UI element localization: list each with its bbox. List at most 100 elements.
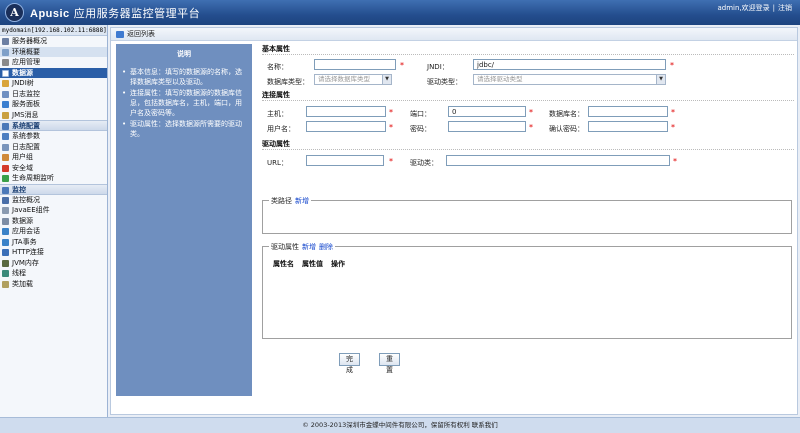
sidebar-item-label: 应用管理 <box>12 58 40 66</box>
classpath-legend: 类路径 新增 <box>269 196 311 206</box>
sidebar-item[interactable]: JVM内存 <box>0 258 107 269</box>
log-monitor-icon <box>2 90 9 98</box>
name-label: 名称： <box>267 63 288 71</box>
required-mark: * <box>671 108 675 117</box>
chevron-down-icon: ▼ <box>656 75 665 84</box>
drivertype-select[interactable]: 请选择驱动类型 ▼ <box>473 74 666 85</box>
sidebar-item[interactable]: 系统参数 <box>0 131 107 142</box>
sidebar: mydomain[192.168.102.11:6888] 服务器概况 环境概要应… <box>0 25 108 417</box>
sidebar-item[interactable]: 数据源 <box>0 67 107 78</box>
sidebar-item-label: 日志配置 <box>12 142 40 151</box>
sidebar-item[interactable]: HTTP连接 <box>0 247 107 258</box>
sidebar-item[interactable]: 安全域 <box>0 163 107 174</box>
required-mark: * <box>400 61 404 70</box>
sidebar-item[interactable]: JMS消息 <box>0 110 107 121</box>
user-group-icon <box>2 154 9 161</box>
section-monitor[interactable]: 监控 <box>0 183 107 195</box>
required-mark: * <box>671 123 675 132</box>
apusic-logo: A <box>5 3 24 22</box>
sidebar-item[interactable]: 日志监控 <box>0 89 107 100</box>
required-mark: * <box>389 123 393 132</box>
sidebar-item-label: 数据源 <box>12 216 33 225</box>
sidebar-item[interactable]: JNDI树 <box>0 78 107 89</box>
sidebar-item[interactable]: 应用管理 <box>0 57 107 68</box>
nav-group-server: 服务器概况 环境概要 应用管理数据源 JNDI树日志监控 服务面板 JMS消息 <box>0 36 107 120</box>
domain-label[interactable]: mydomain[192.168.102.11:6888] <box>0 25 107 36</box>
dbname-input[interactable] <box>588 106 668 117</box>
sidebar-item[interactable]: 服务面板 <box>0 99 107 110</box>
sidebar-item[interactable]: 线程 <box>0 268 107 279</box>
sidebar-item[interactable]: 用户组 <box>0 152 107 163</box>
reset-button[interactable]: 重置 <box>379 353 400 374</box>
application-icon <box>2 59 9 66</box>
nav-group-config: 系统参数 日志配置用户组安全域 生命周期监听 <box>0 131 107 184</box>
sidebar-item-label: 数据源 <box>12 68 33 77</box>
section-config-label: 系统配置 <box>12 122 40 130</box>
service-panel-icon <box>2 101 9 108</box>
section-system-config[interactable]: 系统配置 <box>0 120 107 131</box>
finish-button[interactable]: 完成 <box>339 353 360 374</box>
driver-class-label: 驱动类： <box>410 159 438 167</box>
required-mark: * <box>670 61 674 70</box>
username-label: 用户名： <box>267 125 295 133</box>
jta-icon <box>2 238 9 246</box>
driver-class-input[interactable] <box>446 155 670 166</box>
password-input[interactable] <box>448 121 526 132</box>
classloader-icon <box>2 280 9 288</box>
session-icon <box>2 228 9 235</box>
description-panel: 说明 基本信息：填写的数据源的名称，选择数据库类型以及驱动。 连接属性：填写的数… <box>116 44 252 396</box>
footer: © 2003-2013深圳市金蝶中间件有限公司，保留所有权利 联系我们 <box>0 417 800 433</box>
jndi-tree-icon <box>2 80 9 87</box>
brand-title: Apusic 应用服务器监控管理平台 <box>30 5 200 21</box>
lifecycle-icon <box>2 175 9 182</box>
password-label: 密码： <box>410 125 431 133</box>
sidebar-item-label: JNDI树 <box>12 79 34 87</box>
port-input[interactable] <box>448 106 526 117</box>
sidebar-item[interactable]: 数据源 <box>0 216 107 227</box>
datasource-monitor-icon <box>2 217 9 225</box>
dbname-label: 数据库名： <box>549 110 584 118</box>
driver-props-delete-link[interactable]: 删除 <box>319 243 333 251</box>
sidebar-item[interactable]: 类加载 <box>0 279 107 290</box>
sidebar-item-label: 用户组 <box>12 153 33 161</box>
drivertype-label: 驱动类型： <box>427 78 462 86</box>
chevron-down-icon: ▼ <box>382 75 391 84</box>
classpath-fieldset: 类路径 新增 <box>262 196 792 234</box>
sidebar-item[interactable]: 日志配置 <box>0 142 107 153</box>
dbtype-label: 数据库类型： <box>267 78 309 86</box>
jndi-input[interactable] <box>473 59 666 70</box>
environment-icon <box>2 48 9 56</box>
url-input[interactable] <box>306 155 384 166</box>
driver-props-add-link[interactable]: 新增 <box>302 243 316 251</box>
username-input[interactable] <box>306 121 386 132</box>
welcome-text: admin,欢迎登录 <box>717 4 770 12</box>
port-label: 端口： <box>410 110 431 118</box>
sidebar-item[interactable]: 应用会话 <box>0 226 107 237</box>
sidebar-item-label: JMS消息 <box>12 110 39 119</box>
config-section-icon <box>2 123 9 130</box>
sidebar-item-label: 服务器概况 <box>12 37 47 45</box>
sidebar-item-label: 服务面板 <box>12 100 40 108</box>
confirm-password-input[interactable] <box>588 121 668 132</box>
basic-section-title: 基本属性 <box>262 44 794 55</box>
back-to-list-button[interactable]: 返回列表 <box>116 30 155 39</box>
sidebar-item-label: 安全域 <box>12 163 33 172</box>
sidebar-item[interactable]: 环境概要 <box>0 46 107 57</box>
sidebar-item[interactable]: 生命周期监听 <box>0 173 107 184</box>
name-input[interactable] <box>314 59 396 70</box>
url-label: URL： <box>267 159 288 167</box>
sidebar-item-label: 线程 <box>12 269 26 277</box>
classpath-add-link[interactable]: 新增 <box>295 197 309 205</box>
sidebar-item[interactable]: JTA事务 <box>0 237 107 248</box>
sidebar-item[interactable]: 监控概况 <box>0 195 107 206</box>
classpath-legend-label: 类路径 <box>271 197 292 205</box>
host-input[interactable] <box>306 106 386 117</box>
logout-link[interactable]: 注销 <box>778 4 792 12</box>
monitor-section-icon <box>2 186 9 194</box>
sidebar-item[interactable]: 服务器概况 <box>0 36 107 47</box>
driver-section-title: 驱动属性 <box>262 139 794 150</box>
sidebar-item[interactable]: JavaEE组件 <box>0 205 107 216</box>
dbtype-select[interactable]: 请选择数据库类型 ▼ <box>314 74 392 85</box>
driver-props-legend: 驱动属性 新增 删除 <box>269 242 335 252</box>
required-mark: * <box>389 157 393 166</box>
